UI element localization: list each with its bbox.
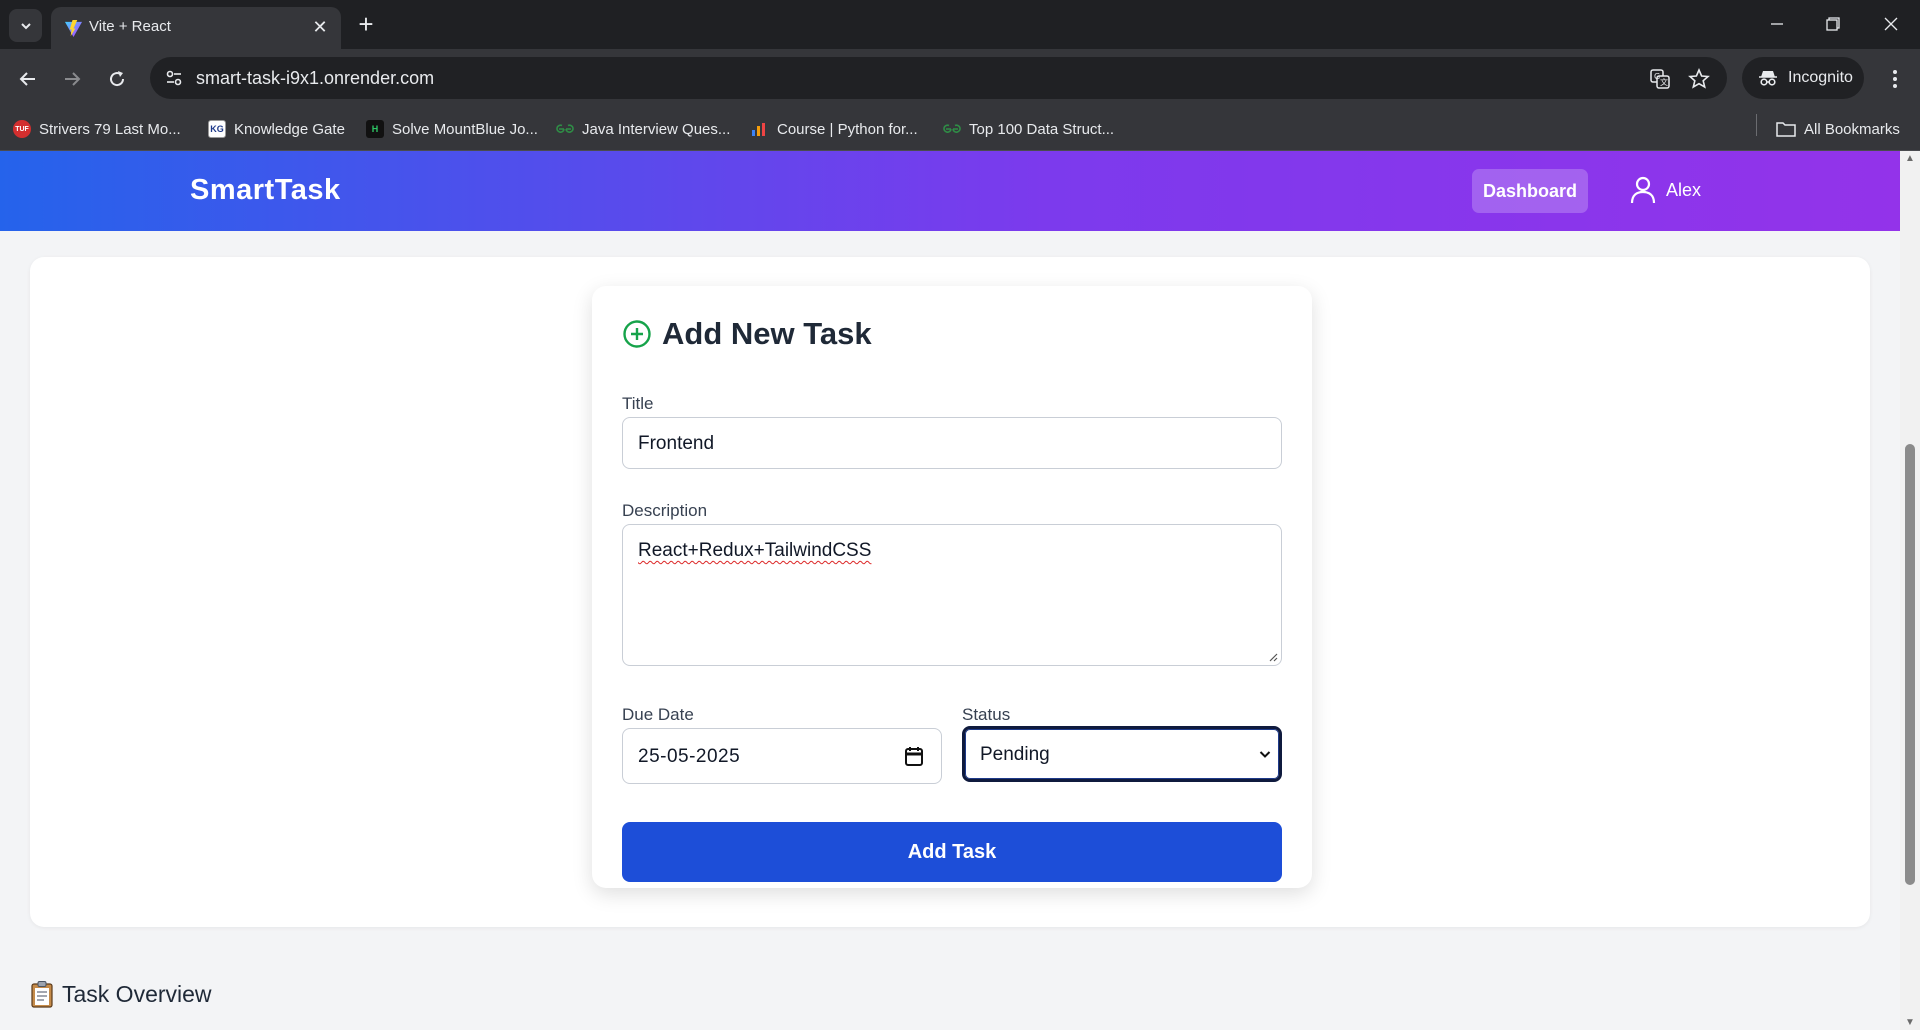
bookmark-label: Top 100 Data Struct...: [969, 120, 1115, 138]
title-label: Title: [622, 394, 654, 413]
bookmark-star-icon[interactable]: [1686, 66, 1712, 92]
browser-tab-bar: Vite + React ✕ +: [0, 0, 1920, 49]
bookmark-label: Java Interview Ques...: [582, 120, 731, 138]
form-title: Add New Task: [662, 316, 872, 351]
app-navbar: SmartTask Dashboard Alex: [0, 151, 1900, 231]
gfg-icon: [556, 120, 574, 138]
dashboard-button[interactable]: Dashboard: [1472, 169, 1588, 213]
folder-icon: [1776, 122, 1796, 137]
forward-icon[interactable]: [56, 63, 88, 95]
due-date-input[interactable]: 25-05-2025: [622, 728, 942, 784]
all-bookmarks-button[interactable]: All Bookmarks: [1776, 117, 1900, 141]
course-icon: [751, 120, 769, 138]
resize-handle-icon[interactable]: [1268, 652, 1278, 662]
reload-icon[interactable]: [101, 63, 133, 95]
site-settings-icon[interactable]: [162, 66, 186, 90]
tuf-icon: TUF: [13, 120, 31, 138]
status-select[interactable]: Pending: [962, 726, 1282, 782]
clipboard-icon: [31, 981, 53, 1008]
bookmark-item[interactable]: H Solve MountBlue Jo...: [366, 117, 538, 141]
description-label: Description: [622, 501, 708, 520]
status-label: Status: [962, 705, 1011, 724]
title-input-value: Frontend: [638, 433, 715, 454]
gfg-icon: [943, 120, 961, 138]
address-bar[interactable]: smart-task-i9x1.onrender.com G文: [150, 57, 1727, 99]
calendar-icon[interactable]: [905, 746, 923, 766]
add-task-form: Add New Task Title Frontend Description …: [592, 286, 1312, 888]
back-icon[interactable]: [12, 63, 44, 95]
bookmarks-divider: [1756, 114, 1757, 136]
due-date-value: 25-05-2025: [638, 746, 741, 767]
task-overview-title: Task Overview: [62, 980, 212, 1007]
translate-icon[interactable]: G文: [1647, 66, 1673, 92]
tab-search-button[interactable]: [9, 9, 42, 42]
kg-icon: KG: [208, 120, 226, 138]
close-tab-icon[interactable]: ✕: [309, 16, 331, 38]
title-input[interactable]: Frontend: [622, 417, 1282, 469]
scroll-thumb[interactable]: [1905, 444, 1915, 885]
svg-text:文: 文: [1660, 77, 1668, 87]
scroll-up-icon[interactable]: ▲: [1905, 153, 1915, 164]
add-task-section: Add New Task Title Frontend Description …: [30, 257, 1870, 927]
minimize-icon[interactable]: [1757, 8, 1797, 40]
hackerrank-icon: H: [366, 120, 384, 138]
chevron-down-icon: [20, 22, 31, 29]
browser-tab[interactable]: Vite + React ✕: [51, 7, 341, 49]
status-value: Pending: [980, 744, 1050, 765]
incognito-label: Incognito: [1788, 69, 1853, 86]
bookmark-label: Course | Python for...: [777, 120, 918, 138]
bookmark-item[interactable]: KG Knowledge Gate: [208, 117, 345, 141]
form-heading: Add New Task: [622, 316, 872, 352]
tab-title: Vite + React: [89, 18, 171, 35]
bookmarks-bar: TUF Strivers 79 Last Mo... KG Knowledge …: [0, 108, 1920, 151]
brand-logo[interactable]: SmartTask: [190, 174, 341, 207]
bookmark-item[interactable]: Course | Python for...: [751, 117, 918, 141]
restore-icon[interactable]: [1813, 8, 1853, 40]
user-name: Alex: [1666, 179, 1702, 200]
vite-icon: [64, 19, 83, 38]
chevron-down-icon: [1259, 751, 1271, 758]
page-scrollbar[interactable]: ▲ ▼: [1900, 151, 1920, 1030]
browser-toolbar: smart-task-i9x1.onrender.com G文 Incognit…: [0, 49, 1920, 108]
close-window-icon[interactable]: [1871, 8, 1911, 40]
description-textarea[interactable]: React+Redux+TailwindCSS: [622, 524, 1282, 666]
bookmark-item[interactable]: TUF Strivers 79 Last Mo...: [13, 117, 181, 141]
scroll-down-icon[interactable]: ▼: [1905, 1017, 1915, 1028]
browser-menu-icon[interactable]: [1880, 63, 1910, 95]
page-viewport: SmartTask Dashboard Alex Add New Task Ti…: [0, 151, 1900, 1030]
incognito-indicator[interactable]: Incognito: [1742, 57, 1864, 99]
all-bookmarks-label: All Bookmarks: [1804, 120, 1900, 138]
new-tab-icon[interactable]: +: [353, 11, 379, 37]
task-overview-heading: Task Overview: [30, 980, 212, 1008]
due-date-label: Due Date: [622, 705, 694, 724]
user-icon: [1630, 176, 1656, 204]
url-text: smart-task-i9x1.onrender.com: [196, 68, 435, 88]
add-circle-icon: [623, 320, 651, 348]
bookmark-label: Solve MountBlue Jo...: [392, 120, 538, 138]
description-value: React+Redux+TailwindCSS: [638, 540, 872, 561]
bookmark-label: Strivers 79 Last Mo...: [39, 120, 181, 138]
user-menu[interactable]: Alex: [1630, 173, 1701, 207]
bookmark-item[interactable]: Java Interview Ques...: [556, 117, 730, 141]
bookmark-item[interactable]: Top 100 Data Struct...: [943, 117, 1114, 141]
incognito-icon: [1759, 71, 1777, 86]
add-task-button[interactable]: Add Task: [622, 822, 1282, 882]
bookmark-label: Knowledge Gate: [234, 120, 345, 138]
